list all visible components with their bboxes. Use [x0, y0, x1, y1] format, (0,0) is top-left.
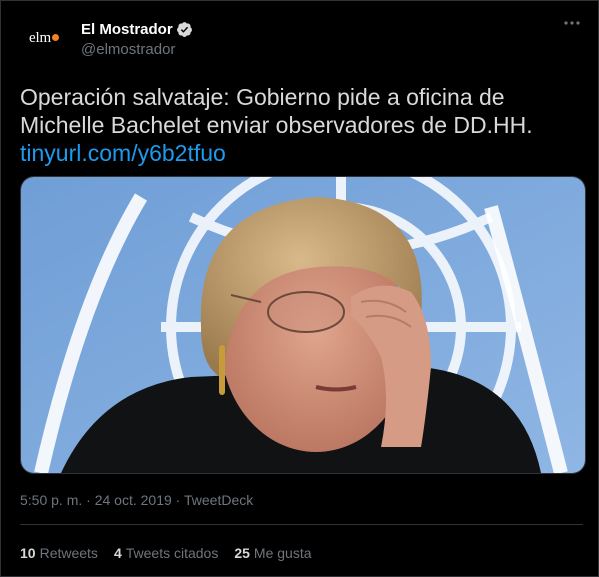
retweets-stat[interactable]: 10 Retweets — [20, 545, 98, 561]
tweet-body: Operación salvataje: Gobierno pide a ofi… — [20, 83, 585, 167]
avatar[interactable]: elm — [20, 14, 68, 62]
verified-badge-icon — [176, 22, 192, 37]
tweet-text: Operación salvataje: Gobierno pide a ofi… — [20, 84, 533, 138]
tweet-date[interactable]: 24 oct. 2019 — [95, 492, 172, 508]
tweet-photo[interactable] — [20, 176, 586, 474]
author-handle[interactable]: @elmostrador — [81, 41, 175, 58]
tweet-time[interactable]: 5:50 p. m. — [20, 492, 82, 508]
meta-separator: · — [175, 492, 181, 508]
more-dots-glyph — [564, 21, 580, 25]
meta-separator: · — [86, 492, 91, 508]
quotes-stat[interactable]: 4 Tweets citados — [114, 545, 218, 561]
retweets-label: Retweets — [39, 545, 98, 561]
tweet-card: elm El Mostrador @elmostrador Operación … — [0, 0, 599, 577]
likes-count: 25 — [234, 545, 250, 561]
quotes-count: 4 — [113, 545, 122, 561]
tweet-metadata: 5:50 p. m. · 24 oct. 2019 · TweetDeck — [20, 492, 253, 508]
more-options-icon[interactable] — [562, 17, 582, 37]
retweets-count: 10 — [20, 545, 36, 561]
avatar-logo-text: elm — [29, 30, 59, 47]
quotes-label: Tweets citados — [125, 545, 219, 561]
tweet-link[interactable]: tinyurl.com/y6b2tfuo — [20, 140, 226, 166]
likes-label: Me gusta — [253, 545, 312, 561]
tweet-stats: 10 Retweets 4 Tweets citados 25 Me gusta — [20, 545, 312, 561]
author-name-link[interactable]: El Mostrador — [81, 21, 193, 38]
photo-image — [21, 177, 585, 473]
author-display-name: El Mostrador — [81, 21, 173, 38]
divider — [20, 524, 583, 525]
avatar-logo-dot — [51, 33, 59, 41]
likes-stat[interactable]: 25 Me gusta — [234, 545, 311, 561]
tweet-source[interactable]: TweetDeck — [184, 492, 253, 508]
